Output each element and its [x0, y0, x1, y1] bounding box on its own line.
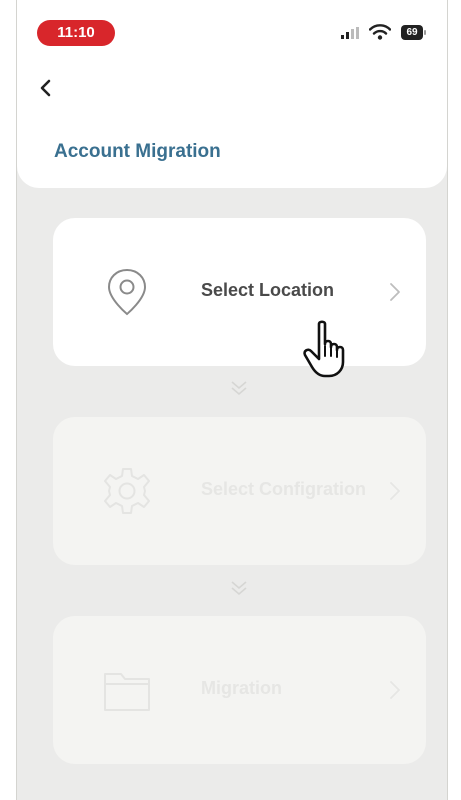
step-card-select-location[interactable]: Select Location [53, 218, 426, 366]
battery-tip [424, 30, 426, 35]
battery-icon: 69 [401, 25, 423, 40]
folder-icon [104, 673, 150, 711]
step-card-migration[interactable]: Migration [53, 616, 426, 764]
wifi-icon [369, 24, 391, 40]
location-pin-icon [107, 268, 147, 316]
step-label: Migration [201, 678, 282, 698]
step-label: Select Location [201, 280, 335, 300]
chevron-right-icon [390, 482, 400, 500]
status-bar: 11:10 69 [17, 0, 447, 50]
signal-icon [341, 27, 359, 39]
step-label: Select Configration [201, 479, 367, 499]
phone-screen: 11:10 69 Account Migration Select Locati… [16, 0, 448, 800]
page-title: Account Migration [54, 141, 221, 162]
double-chevron-down-icon [231, 381, 247, 396]
chevron-right-icon [390, 681, 400, 699]
chevron-left-icon [40, 79, 51, 97]
double-chevron-down-icon [231, 581, 247, 596]
step-card-select-configuration[interactable]: Select Configration [53, 417, 426, 565]
header-panel: 11:10 69 Account Migration [17, 0, 447, 188]
status-time: 11:10 [37, 20, 115, 46]
chevron-right-icon [390, 283, 400, 301]
hand-cursor-icon [303, 320, 345, 378]
gear-icon [104, 468, 150, 514]
back-button[interactable] [39, 78, 63, 104]
